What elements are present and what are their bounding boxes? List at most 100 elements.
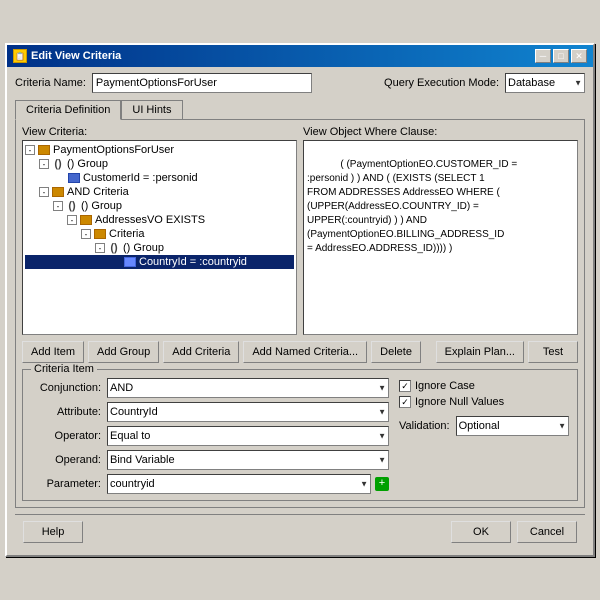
parameter-select[interactable]: countryid (107, 474, 371, 494)
attribute-label: Attribute: (31, 406, 101, 418)
maximize-button[interactable]: □ (553, 49, 569, 63)
tree-label-group1: () Group (67, 158, 108, 170)
view-criteria-tree[interactable]: - PaymentOptionsForUser - () (22, 140, 297, 335)
crit-icon (94, 229, 106, 239)
query-exec-wrapper[interactable]: Database (505, 73, 585, 93)
toggle-criteria1[interactable]: - (81, 229, 91, 239)
conjunction-label: Conjunction: (31, 382, 101, 394)
tree-item-addr[interactable]: - AddressesVO EXISTS (25, 213, 294, 227)
attribute-wrapper[interactable]: CountryId (107, 402, 389, 422)
icon-customerid (67, 172, 81, 184)
tree-item-countryid[interactable]: CountryId = :countryid (25, 255, 294, 269)
operator-label: Operator: (31, 430, 101, 442)
view-criteria-label: View Criteria: (22, 126, 297, 138)
toggle-group1[interactable]: - (39, 159, 49, 169)
tree-item-criteria1[interactable]: - Criteria (25, 227, 294, 241)
icon-group2: () (65, 200, 79, 212)
close-button[interactable]: ✕ (571, 49, 587, 63)
validation-row: Validation: Optional (399, 416, 569, 436)
ignore-null-label: Ignore Null Values (415, 396, 504, 408)
add-named-criteria-button[interactable]: Add Named Criteria... (243, 341, 367, 363)
field-icon (68, 173, 80, 183)
conjunction-wrapper[interactable]: AND (107, 378, 389, 398)
toggle-root[interactable]: - (25, 145, 35, 155)
test-button[interactable]: Test (528, 341, 578, 363)
icon-and (51, 186, 65, 198)
ignore-case-row: ✓ Ignore Case (399, 380, 569, 392)
ignore-null-checkbox[interactable]: ✓ (399, 396, 411, 408)
db-icon (38, 145, 50, 155)
validation-wrapper[interactable]: Optional (456, 416, 569, 436)
view-criteria-panel: View Criteria: - PaymentOptionsForUser (22, 126, 297, 335)
tab-criteria[interactable]: Criteria Definition (15, 100, 121, 120)
tree-item-group1[interactable]: - () () Group (25, 157, 294, 171)
ignore-case-checkbox[interactable]: ✓ (399, 380, 411, 392)
add-item-button[interactable]: Add Item (22, 341, 84, 363)
window-icon: 📋 (13, 49, 27, 63)
title-bar: 📋 Edit View Criteria ─ □ ✕ (7, 45, 593, 67)
toggle-addr[interactable]: - (67, 215, 77, 225)
parameter-row: countryid + (107, 474, 389, 494)
tab-bar: Criteria Definition UI Hints (15, 99, 585, 119)
criteria-name-input[interactable] (92, 73, 312, 93)
tree-label-and: AND Criteria (67, 186, 129, 198)
add-param-button[interactable]: + (375, 477, 389, 491)
ok-cancel-row: OK Cancel (451, 521, 577, 543)
icon-root (37, 144, 51, 156)
two-panel: View Criteria: - PaymentOptionsForUser (22, 126, 578, 335)
operator-wrapper[interactable]: Equal to (107, 426, 389, 446)
criteria-item-body: Conjunction: AND Attribute: CountryId (31, 378, 569, 494)
tree-item-customerid[interactable]: CustomerId = :personid (25, 171, 294, 185)
toggle-group3[interactable]: - (95, 243, 105, 253)
window-body: Criteria Name: Query Execution Mode: Dat… (7, 67, 593, 555)
delete-button[interactable]: Delete (371, 341, 421, 363)
criteria-item-group: Criteria Item Conjunction: AND (22, 369, 578, 501)
operand-label: Operand: (31, 454, 101, 466)
tree-item-group2[interactable]: - () () Group (25, 199, 294, 213)
criteria-item-right: ✓ Ignore Case ✓ Ignore Null Values Valid… (399, 378, 569, 494)
icon-criteria1 (93, 228, 107, 240)
view-where-text: ( (PaymentOptionEO.CUSTOMER_ID = :person… (303, 140, 578, 335)
tab-ui-hints[interactable]: UI Hints (121, 100, 182, 120)
toggle-and[interactable]: - (39, 187, 49, 197)
country-field-icon (124, 257, 136, 267)
ok-button[interactable]: OK (451, 521, 511, 543)
query-exec-select[interactable]: Database (505, 73, 585, 93)
ignore-case-label: Ignore Case (415, 380, 475, 392)
explain-plan-button[interactable]: Explain Plan... (436, 341, 524, 363)
icon-addr (79, 214, 93, 226)
tab-content: View Criteria: - PaymentOptionsForUser (15, 119, 585, 508)
view-where-panel: View Object Where Clause: ( (PaymentOpti… (303, 126, 578, 335)
tree-item-group3[interactable]: - () () Group (25, 241, 294, 255)
cancel-button[interactable]: Cancel (517, 521, 577, 543)
add-group-button[interactable]: Add Group (88, 341, 159, 363)
criteria-name-label: Criteria Name: (15, 77, 86, 89)
view-where-content: ( (PaymentOptionEO.CUSTOMER_ID = :person… (307, 159, 517, 254)
tree-item-root[interactable]: - PaymentOptionsForUser (25, 143, 294, 157)
title-bar-left: 📋 Edit View Criteria (13, 49, 121, 63)
window-title: Edit View Criteria (31, 50, 121, 62)
operand-select[interactable]: Bind Variable (107, 450, 389, 470)
tree-label-group3: () Group (123, 242, 164, 254)
tree-label-addr: AddressesVO EXISTS (95, 214, 205, 226)
criteria-item-left: Conjunction: AND Attribute: CountryId (31, 378, 389, 494)
query-exec-label: Query Execution Mode: (384, 77, 499, 89)
toggle-group2[interactable]: - (53, 201, 63, 211)
parameter-wrapper[interactable]: countryid (107, 474, 371, 494)
criteria-item-title: Criteria Item (31, 363, 97, 375)
minimize-button[interactable]: ─ (535, 49, 551, 63)
view-where-label: View Object Where Clause: (303, 126, 578, 138)
help-button[interactable]: Help (23, 521, 83, 543)
conjunction-select[interactable]: AND (107, 378, 389, 398)
tree-item-and[interactable]: - AND Criteria (25, 185, 294, 199)
operator-select[interactable]: Equal to (107, 426, 389, 446)
operand-wrapper[interactable]: Bind Variable (107, 450, 389, 470)
and-icon (52, 187, 64, 197)
add-criteria-button[interactable]: Add Criteria (163, 341, 239, 363)
validation-select[interactable]: Optional (456, 416, 569, 436)
tree-label-customerid: CustomerId = :personid (83, 172, 198, 184)
tree-label-criteria1: Criteria (109, 228, 144, 240)
main-window: 📋 Edit View Criteria ─ □ ✕ Criteria Name… (5, 43, 595, 557)
attribute-select[interactable]: CountryId (107, 402, 389, 422)
title-controls[interactable]: ─ □ ✕ (535, 49, 587, 63)
